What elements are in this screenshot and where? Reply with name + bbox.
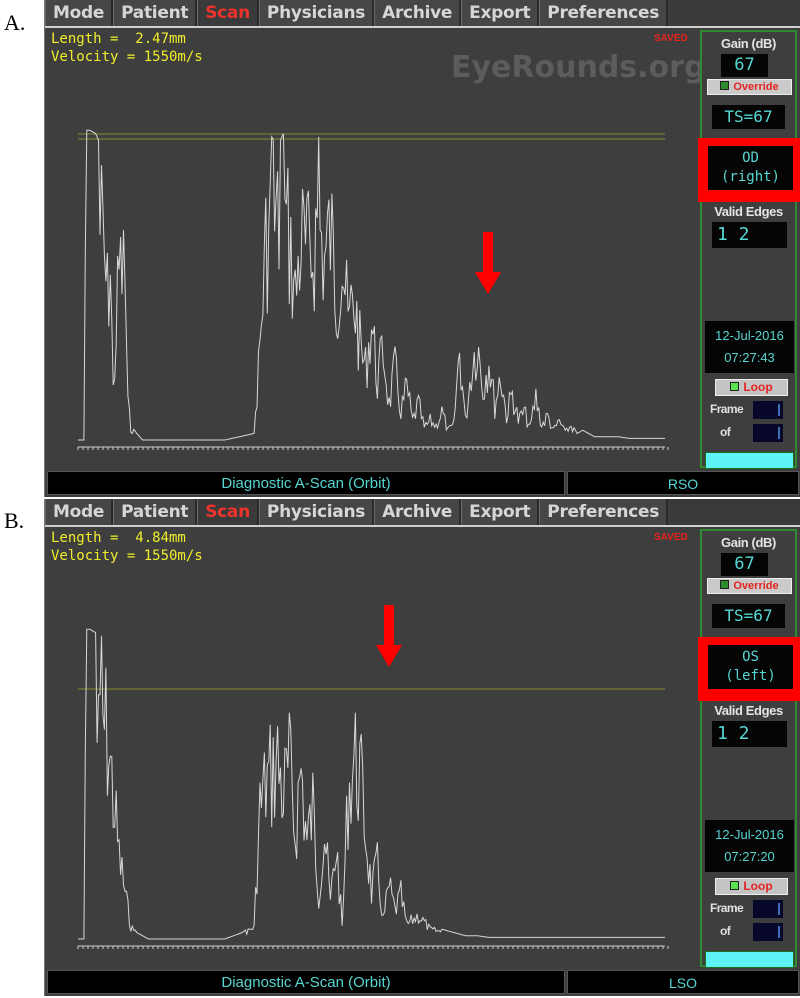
scan-mode-label: Diagnostic A-Scan (Orbit) [47,970,565,994]
figure-label-b: B. [4,508,25,533]
eye-code: OD [742,150,759,166]
figure-label-a: A. [4,10,26,35]
tab-physicians[interactable]: Physicians [258,499,375,525]
frame-number-display [753,401,783,419]
control-sidebar: Gain (dB) 67 Override TS=67 OS (left) Val… [698,529,800,968]
tab-export[interactable]: Export [461,499,540,525]
tab-archive[interactable]: Archive [374,0,462,26]
scan-panel-b: Mode Patient Scan Physicians Archive Exp… [44,499,800,996]
indicator-led-icon [730,382,740,391]
red-arrow-down-icon [376,605,402,667]
loop-label: Loop [743,879,773,893]
frame-number-display [753,900,783,918]
override-button[interactable]: Override [707,79,792,95]
a-scan-trace [78,129,665,441]
frame-label: Frame [710,402,744,416]
velocity-readout: Velocity = 1550m/s [51,49,203,65]
scan-mode-label: Diagnostic A-Scan (Orbit) [47,471,565,495]
valid-edges-display: 1 2 [712,721,787,747]
tab-scan[interactable]: Scan [197,499,259,525]
tab-archive[interactable]: Archive [374,499,462,525]
red-arrow-down-icon [475,232,501,294]
watermark: EyeRounds.org [451,50,706,85]
a-scan-trace [78,628,665,940]
indicator-led-icon [720,81,730,90]
gain-value-display: 67 [721,553,768,576]
frame-total-display [753,923,783,941]
tab-mode[interactable]: Mode [45,499,114,525]
tab-patient[interactable]: Patient [113,0,198,26]
tab-preferences[interactable]: Preferences [539,499,669,525]
eye-side: (left) [725,668,776,684]
indicator-led-icon [730,881,740,890]
control-sidebar: Gain (dB) 67 Override TS=67 OD (right) Va… [698,30,800,469]
override-button[interactable]: Override [707,578,792,594]
a-scan-plot [77,628,669,949]
scan-time: 07:27:20 [724,849,775,864]
tab-export[interactable]: Export [461,0,540,26]
loop-button[interactable]: Loop [715,878,788,895]
progress-bar [705,452,794,469]
tab-bar-filler [668,499,800,525]
loop-button[interactable]: Loop [715,379,788,396]
a-scan-plot [77,129,669,450]
velocity-readout: Velocity = 1550m/s [51,548,203,564]
eye-display: OS (left) [708,645,793,689]
saved-indicator: SAVED [654,33,688,44]
measurement-readout: Length = 2.47mm Velocity = 1550m/s [51,30,203,66]
ts-display: TS=67 [712,105,785,129]
valid-edges-label: Valid Edges [714,204,783,219]
tab-scan[interactable]: Scan [197,0,259,26]
scan-panel-a: Mode Patient Scan Physicians Archive Exp… [44,0,800,497]
eye-side: (right) [720,169,780,185]
measurement-readout: Length = 4.84mm Velocity = 1550m/s [51,529,203,565]
tab-bar: Mode Patient Scan Physicians Archive Exp… [45,0,800,28]
eye-code: OS [742,649,759,665]
tab-bar-filler [668,0,800,26]
of-label: of [720,425,731,439]
valid-edges-display: 1 2 [712,222,787,248]
frame-label: Frame [710,901,744,915]
of-label: of [720,924,731,938]
saved-indicator: SAVED [654,532,688,543]
loop-label: Loop [743,380,773,394]
override-label: Override [733,580,779,592]
eye-code-label: LSO [567,970,799,994]
scan-time: 07:27:43 [724,350,775,365]
tab-mode[interactable]: Mode [45,0,114,26]
tab-physicians[interactable]: Physicians [258,0,375,26]
indicator-led-icon [720,580,730,589]
datetime-display: 12-Jul-2016 07:27:43 [705,321,794,373]
gain-label: Gain (dB) [721,36,776,51]
progress-bar [705,951,794,968]
valid-edges-label: Valid Edges [714,703,783,718]
gain-value-display: 67 [721,54,768,77]
frame-total-display [753,424,783,442]
status-bar: Diagnostic A-Scan (Orbit) LSO [45,970,800,996]
tab-preferences[interactable]: Preferences [539,0,669,26]
scan-date: 12-Jul-2016 [715,328,784,343]
scan-date: 12-Jul-2016 [715,827,784,842]
tab-bar: Mode Patient Scan Physicians Archive Exp… [45,499,800,527]
eye-code-label: RSO [567,471,799,495]
status-bar: Diagnostic A-Scan (Orbit) RSO [45,471,800,497]
tab-patient[interactable]: Patient [113,499,198,525]
gain-label: Gain (dB) [721,535,776,550]
length-readout: Length = 2.47mm [51,31,186,47]
length-readout: Length = 4.84mm [51,530,186,546]
override-label: Override [733,81,779,93]
datetime-display: 12-Jul-2016 07:27:20 [705,820,794,872]
eye-display: OD (right) [708,146,793,190]
ts-display: TS=67 [712,604,785,628]
